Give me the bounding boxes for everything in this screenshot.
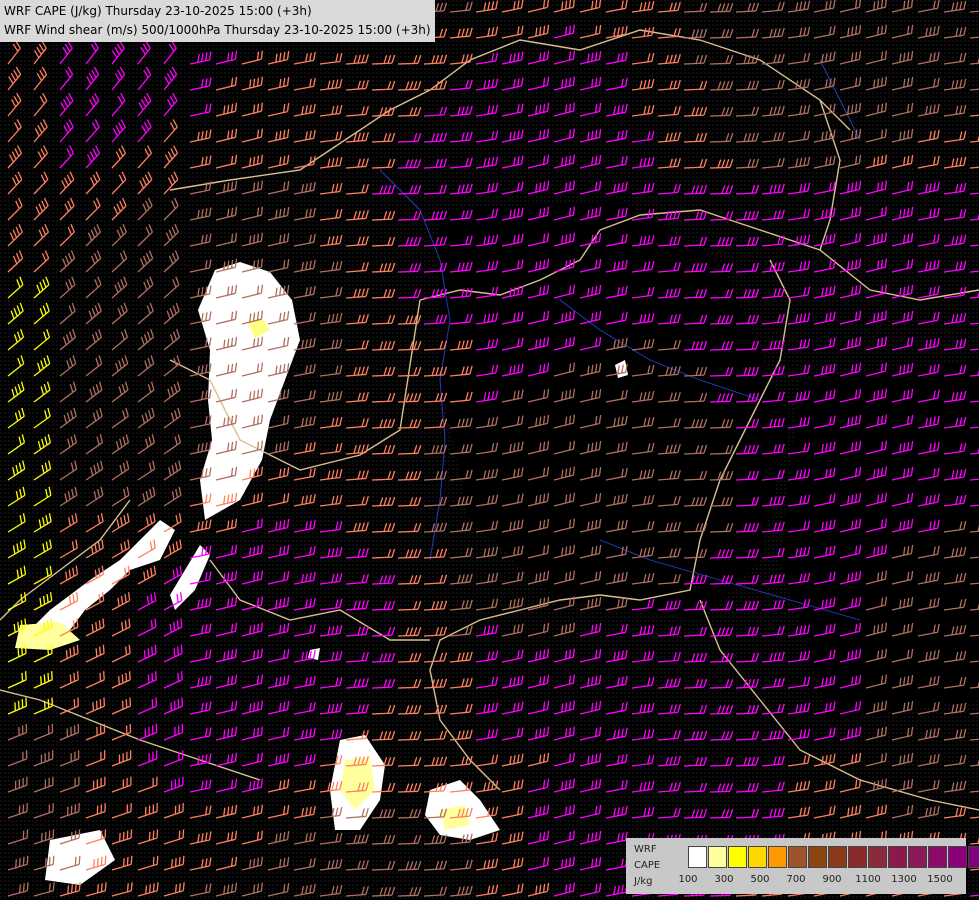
- map-title-box: WRF CAPE (J/kg) Thursday 23-10-2025 15:0…: [0, 0, 435, 42]
- cape-title: WRF CAPE (J/kg) Thursday 23-10-2025 15:0…: [4, 4, 312, 18]
- legend-swatch: [968, 846, 979, 868]
- legend-swatch: [728, 846, 747, 868]
- legend-tick: 700: [786, 874, 806, 885]
- legend-tick: 300: [714, 874, 734, 885]
- map-canvas: [0, 0, 979, 900]
- legend-swatch: [748, 846, 767, 868]
- legend-swatch: [948, 846, 967, 868]
- cape-legend: WRF CAPE J/kg 100 300 500 700 900 1100 1…: [626, 838, 979, 894]
- legend-label-model: WRF: [634, 844, 657, 855]
- legend-tick: 1500: [927, 874, 953, 885]
- legend-tick: 100: [678, 874, 698, 885]
- legend-swatch: [688, 846, 707, 868]
- legend-label-unit: J/kg: [634, 876, 653, 887]
- legend-color-scale: [688, 846, 979, 868]
- legend-swatch: [808, 846, 827, 868]
- legend-tick: 1300: [891, 874, 917, 885]
- legend-tick: 900: [822, 874, 842, 885]
- legend-ticks: 100 300 500 700 900 1100 1300 1500: [678, 874, 968, 888]
- legend-tick: 500: [750, 874, 770, 885]
- legend-swatch: [768, 846, 787, 868]
- shear-title: WRF Wind shear (m/s) 500/1000hPa Thursda…: [4, 23, 431, 37]
- legend-swatch: [928, 846, 947, 868]
- legend-tick: 1100: [855, 874, 881, 885]
- legend-label-field: CAPE: [634, 860, 661, 871]
- legend-swatch: [848, 846, 867, 868]
- legend-swatch: [868, 846, 887, 868]
- legend-swatch: [708, 846, 727, 868]
- legend-swatch: [828, 846, 847, 868]
- legend-swatch: [908, 846, 927, 868]
- legend-swatch: [788, 846, 807, 868]
- legend-swatch: [888, 846, 907, 868]
